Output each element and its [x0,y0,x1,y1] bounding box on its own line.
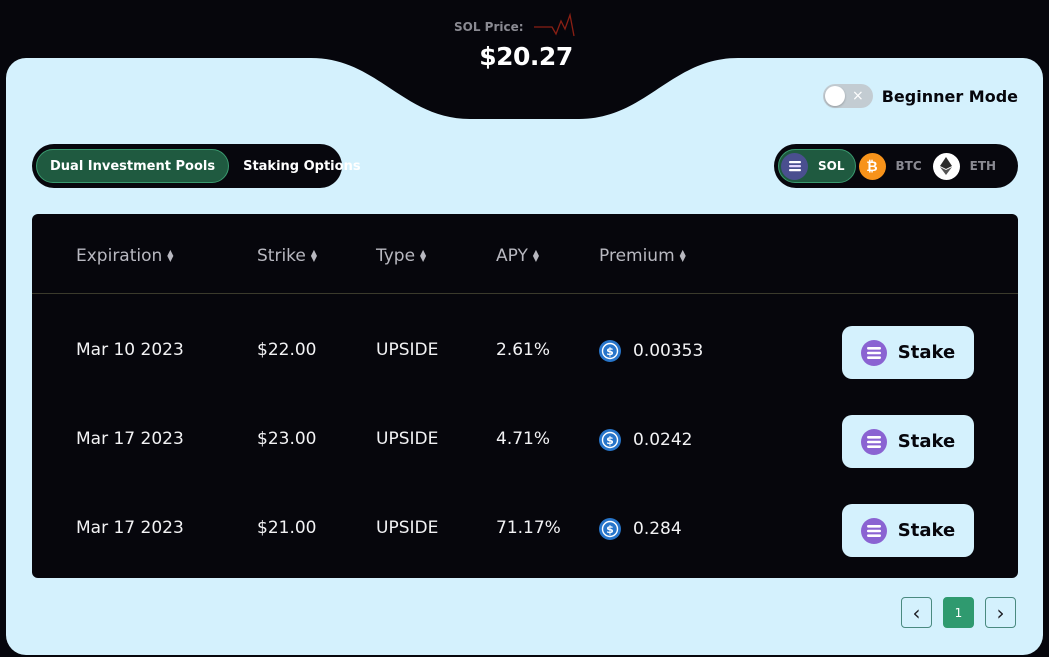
col-expiration[interactable]: Expiration ▲ ▼ [76,246,173,266]
type-cell: UPSIDE [376,518,439,538]
coin-selector: SOL ₿ BTC ETH [774,144,1018,188]
svg-text:$: $ [606,523,614,536]
expiration-cell: Mar 10 2023 [76,340,184,360]
toggle-switch[interactable]: × [822,84,873,108]
beginner-mode-toggle[interactable]: × Beginner Mode [822,84,1018,108]
premium-cell: $ 0.00353 [599,340,703,362]
usdc-icon: $ [599,429,621,451]
premium-value: 0.0242 [633,430,693,450]
sort-icon: ▲ ▼ [532,248,540,263]
stake-label: Stake [897,342,956,363]
strike-cell: $23.00 [257,429,317,449]
coin-sol-label: SOL [818,159,845,173]
sol-price-label: SOL Price: [454,20,524,34]
col-type[interactable]: Type ▲ ▼ [376,246,426,266]
coin-eth-label: ETH [969,159,997,173]
type-cell: UPSIDE [376,429,439,449]
svg-text:$: $ [606,434,614,447]
col-strike-label: Strike [257,246,306,266]
stake-label: Stake [897,431,956,452]
stake-label: Stake [897,520,956,541]
beginner-mode-label: Beginner Mode [881,86,1018,106]
svg-text:₿: ₿ [866,159,877,174]
expiration-cell: Mar 17 2023 [76,518,184,538]
usdc-icon: $ [599,518,621,540]
sort-icon: ▲ ▼ [679,248,686,263]
coin-sol[interactable]: SOL [778,149,856,183]
prev-page-button[interactable]: ‹ [901,597,932,628]
table-row: Mar 17 2023 $23.00 UPSIDE 4.71% $ 0.0242 [32,401,1018,490]
table-row: Mar 10 2023 $22.00 UPSIDE 2.61% $ 0.0035… [32,312,1018,401]
premium-value: 0.284 [633,519,682,539]
close-icon: × [851,88,864,104]
table-header: Expiration ▲ ▼ Strike ▲ ▼ Type ▲ ▼ APY ▲ ▼ P… [32,214,1018,294]
col-apy-label: APY [496,246,528,266]
apy-cell: 71.17% [496,518,561,538]
chevron-right-icon: › [996,600,1005,625]
expiration-cell: Mar 17 2023 [76,429,184,449]
col-expiration-label: Expiration [76,246,163,266]
solana-icon [781,152,808,180]
ethereum-icon [932,152,960,180]
type-cell: UPSIDE [376,340,439,360]
sort-icon: ▲ ▼ [420,248,427,263]
stake-button[interactable]: Stake [842,326,974,379]
col-type-label: Type [376,246,416,266]
tab-staking-options[interactable]: Staking Options [229,149,375,183]
table-row: Mar 17 2023 $21.00 UPSIDE 71.17% $ 0.284 [32,490,1018,579]
sort-icon: ▲ ▼ [310,248,318,263]
next-page-button[interactable]: › [985,597,1016,628]
tab-dual-investment-pools[interactable]: Dual Investment Pools [36,149,230,183]
col-strike[interactable]: Strike ▲ ▼ [257,246,317,266]
apy-cell: 2.61% [496,340,551,360]
strike-cell: $21.00 [257,518,317,538]
page-number: 1 [954,605,963,620]
coin-btc-label: BTC [895,159,922,173]
pools-table: Expiration ▲ ▼ Strike ▲ ▼ Type ▲ ▼ APY ▲ ▼ P… [32,214,1018,578]
strike-cell: $22.00 [257,340,317,360]
coin-btc[interactable]: ₿ BTC [856,149,930,183]
col-premium[interactable]: Premium ▲ ▼ [599,246,686,266]
bitcoin-icon: ₿ [858,152,886,180]
solana-icon [860,339,887,366]
toggle-knob [824,86,845,106]
main-panel: × Beginner Mode Dual Investment Pools St… [6,58,1043,655]
solana-icon [860,428,887,455]
usdc-icon: $ [599,340,621,362]
page-1-button[interactable]: 1 [943,597,974,628]
pool-tabs: Dual Investment Pools Staking Options [32,144,361,188]
coin-eth[interactable]: ETH [930,149,1004,183]
col-apy[interactable]: APY ▲ ▼ [496,246,539,266]
premium-cell: $ 0.0242 [599,429,692,451]
stake-button[interactable]: Stake [842,415,974,468]
sort-icon: ▲ ▼ [167,248,174,263]
solana-icon [860,517,887,544]
price-sparkline-icon [534,12,575,37]
stake-button[interactable]: Stake [842,504,974,557]
col-premium-label: Premium [599,246,675,266]
chevron-left-icon: ‹ [912,600,921,625]
premium-value: 0.00353 [633,341,704,361]
svg-text:$: $ [606,345,614,358]
premium-cell: $ 0.284 [599,518,682,540]
apy-cell: 4.71% [496,429,551,449]
